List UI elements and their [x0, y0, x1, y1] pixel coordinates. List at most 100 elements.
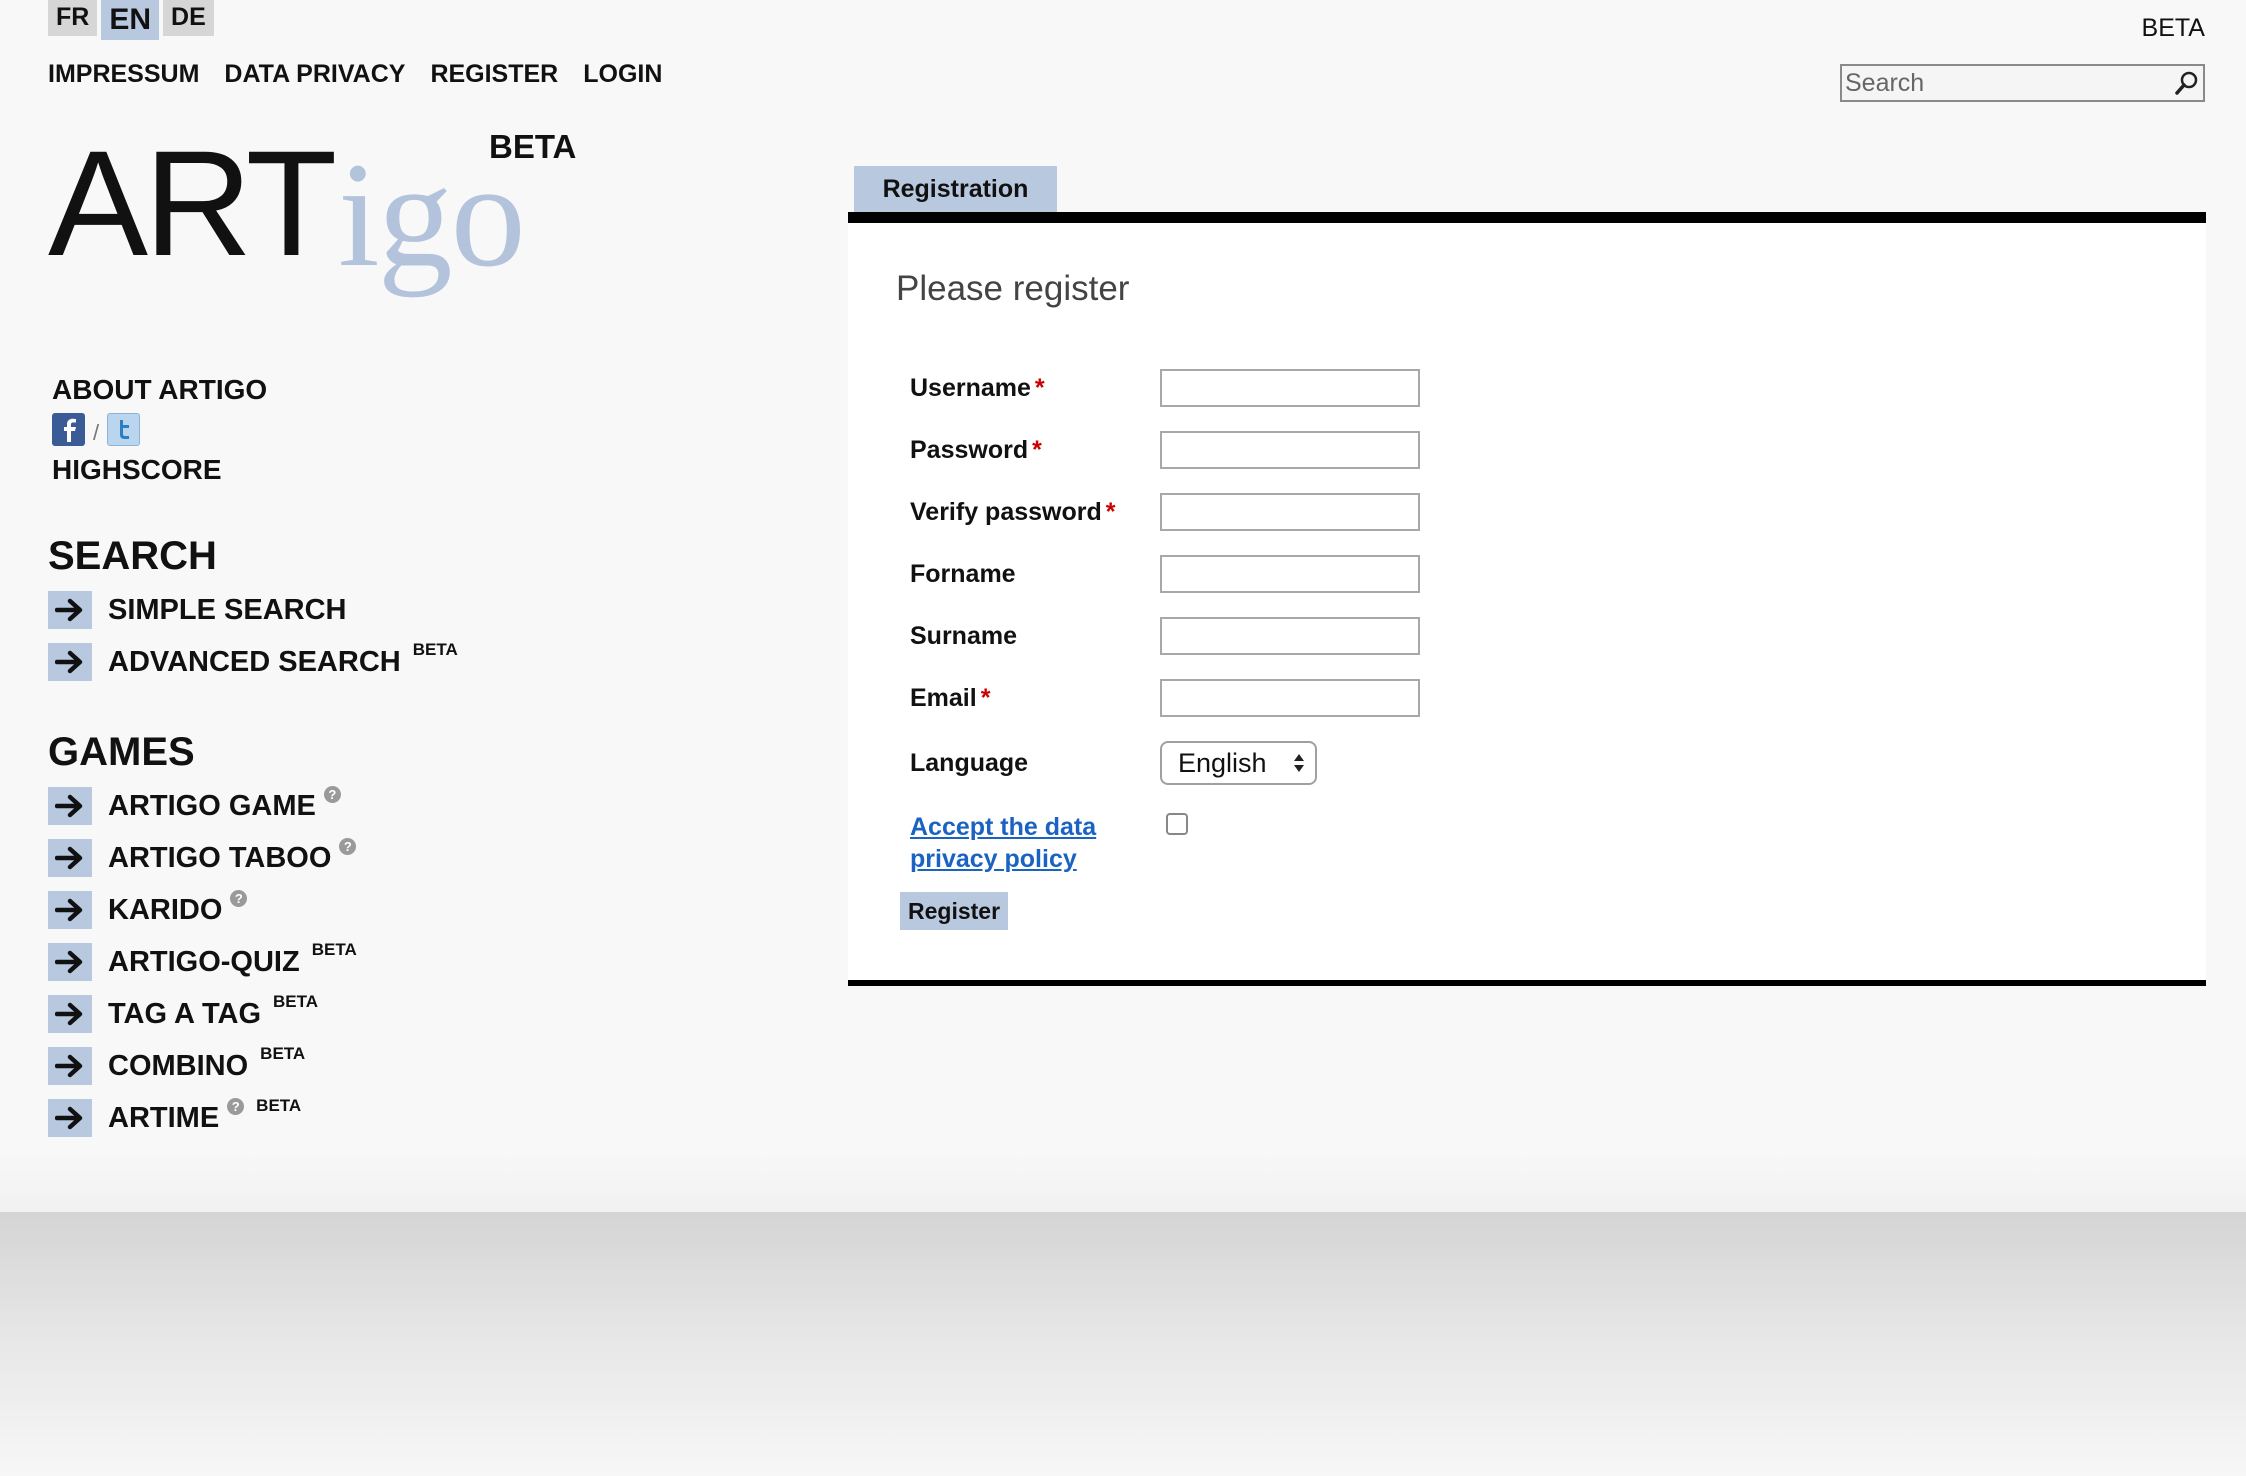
language-row: Language English	[910, 741, 1317, 785]
forname-field[interactable]	[1160, 555, 1420, 593]
about-artigo-link[interactable]: ABOUT ARTIGO	[52, 374, 267, 406]
field-label-text: Forname	[910, 559, 1016, 588]
menu-item-label: ARTIGO-QUIZ	[108, 945, 300, 978]
menu-item-label: SIMPLE SEARCH	[108, 593, 347, 626]
field-label: Email *	[910, 684, 1160, 713]
beta-badge: BETA	[412, 640, 458, 659]
form-row-username: Username *	[910, 369, 1420, 407]
beta-badge: BETA	[260, 1044, 306, 1063]
menu-item-label: KARIDO	[108, 893, 223, 926]
required-marker: *	[1032, 435, 1042, 464]
menu-item-combino[interactable]: COMBINO BETA	[48, 1044, 306, 1086]
search-input[interactable]	[1842, 66, 2170, 100]
menu-item-advanced-search[interactable]: ADVANCED SEARCH BETA	[48, 640, 458, 682]
menu-item-label: TAG A TAG	[108, 997, 262, 1030]
search-box	[1840, 64, 2205, 102]
arrow-right-icon	[48, 839, 92, 877]
arrow-right-icon	[48, 787, 92, 825]
accept-policy-checkbox[interactable]	[1166, 813, 1188, 835]
nav-login-link[interactable]: LOGIN	[583, 60, 662, 89]
menu-item-simple-search[interactable]: SIMPLE SEARCH	[48, 590, 346, 630]
required-marker: *	[1105, 497, 1116, 526]
form-row-email: Email *	[910, 679, 1420, 717]
arrow-right-icon	[48, 891, 92, 929]
field-label: Forname	[910, 560, 1160, 589]
form-row-verify-password: Verify password *	[910, 493, 1420, 531]
username-field[interactable]	[1160, 369, 1420, 407]
field-label: Username *	[910, 374, 1160, 403]
select-arrows-icon	[1293, 752, 1305, 774]
twitter-icon[interactable]	[107, 412, 141, 446]
search-icon[interactable]	[2170, 66, 2203, 100]
password-field[interactable]	[1160, 431, 1420, 469]
field-label-text: Password	[910, 435, 1029, 464]
beta-badge: BETA	[311, 940, 357, 959]
language-select[interactable]: English	[1160, 741, 1317, 785]
field-label: Password *	[910, 436, 1160, 465]
social-separator: /	[93, 420, 100, 445]
field-label-text: Username	[910, 373, 1031, 402]
highscore-link[interactable]: HIGHSCORE	[52, 454, 222, 486]
field-label: Verify password *	[910, 498, 1160, 527]
tab-registration[interactable]: Registration	[854, 166, 1057, 212]
language-fr-button[interactable]: FR	[48, 0, 98, 36]
nav-data-privacy-link[interactable]: DATA PRIVACY	[224, 60, 405, 89]
arrow-right-icon	[48, 995, 92, 1033]
register-button[interactable]: Register	[900, 892, 1009, 930]
nav-impressum-link[interactable]: IMPRESSUM	[48, 60, 199, 89]
form-row-surname: Surname	[910, 617, 1420, 655]
menu-item-label: ARTIME	[108, 1101, 220, 1134]
arrow-right-icon	[48, 643, 92, 681]
menu-item-label: ARTIGO GAME	[108, 789, 316, 822]
search-section-heading: SEARCH	[48, 534, 217, 578]
registration-panel: Please register Username * Password * Verify…	[848, 212, 2206, 986]
arrow-right-icon	[48, 591, 92, 629]
form-row-password: Password *	[910, 431, 1420, 469]
arrow-right-icon	[48, 1099, 92, 1137]
facebook-icon[interactable]	[52, 412, 85, 446]
language-en-button[interactable]: EN	[101, 0, 160, 40]
social-links: /	[52, 412, 141, 446]
menu-item-artigo-game[interactable]: ARTIGO GAME?	[48, 785, 341, 826]
surname-field[interactable]	[1160, 617, 1420, 655]
email-field[interactable]	[1160, 679, 1420, 717]
menu-item-karido[interactable]: KARIDO?	[48, 889, 248, 930]
menu-item-artigo-taboo[interactable]: ARTIGO TABOO?	[48, 837, 357, 878]
arrow-right-icon	[48, 1047, 92, 1085]
menu-item-label: COMBINO	[108, 1049, 249, 1082]
page-title: Please register	[896, 269, 1130, 308]
field-label: Surname	[910, 622, 1160, 651]
verify-password-field[interactable]	[1160, 493, 1420, 531]
header-beta-label: BETA	[2141, 14, 2205, 42]
menu-item-tag-a-tag[interactable]: TAG A TAG BETA	[48, 992, 319, 1034]
games-section-heading: GAMES	[48, 730, 195, 774]
top-nav: IMPRESSUM DATA PRIVACY REGISTER LOGIN	[48, 60, 662, 89]
language-select-value: English	[1178, 747, 1267, 778]
page-footer-area	[0, 1212, 2246, 1476]
required-marker: *	[1034, 373, 1045, 402]
beta-badge: BETA	[273, 992, 319, 1011]
nav-register-link[interactable]: REGISTER	[430, 60, 558, 89]
data-privacy-policy-link[interactable]: Accept the data privacy policy	[910, 811, 1120, 875]
field-label-text: Email	[910, 683, 977, 712]
logo-art-text: ART	[48, 119, 337, 287]
help-icon[interactable]: ?	[339, 837, 357, 855]
required-marker: *	[980, 683, 991, 712]
menu-item-label: ARTIGO TABOO	[108, 841, 332, 874]
arrow-right-icon	[48, 943, 92, 981]
help-icon[interactable]: ?	[227, 1097, 245, 1115]
field-label-text: Verify password	[910, 497, 1102, 526]
language-label: Language	[910, 748, 1029, 777]
logo-beta-label: BETA	[489, 128, 577, 165]
field-label-text: Surname	[910, 621, 1017, 650]
help-icon[interactable]: ?	[230, 889, 248, 907]
menu-item-label: ADVANCED SEARCH	[108, 645, 401, 678]
help-icon[interactable]: ?	[323, 785, 341, 803]
form-row-forname: Forname	[910, 555, 1420, 593]
artigo-logo[interactable]: ART igo BETA	[48, 128, 608, 308]
language-switcher: FR EN DE	[48, 0, 214, 40]
language-de-button[interactable]: DE	[163, 0, 214, 36]
beta-badge: BETA	[256, 1096, 302, 1115]
menu-item-artigo-quiz[interactable]: ARTIGO-QUIZ BETA	[48, 940, 357, 982]
menu-item-artime[interactable]: ARTIME? BETA	[48, 1096, 302, 1138]
